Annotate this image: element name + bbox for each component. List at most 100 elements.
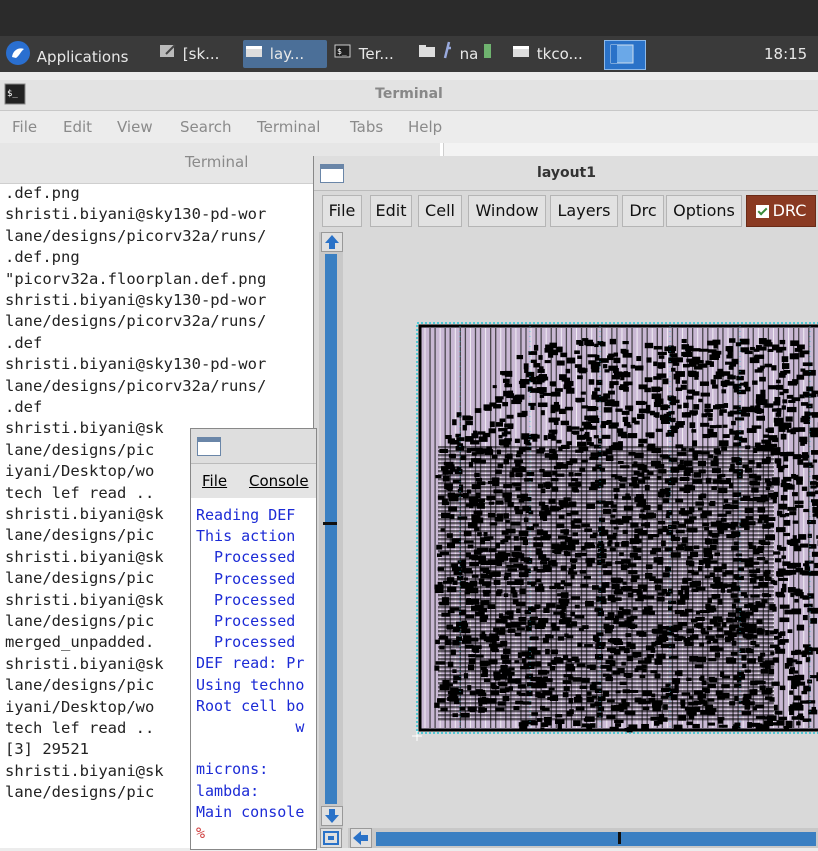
layout-window: layout1 File Edit Cell Window Layers Drc… xyxy=(313,156,818,848)
tkcon-output[interactable]: Reading DEF This action Processed Proces… xyxy=(191,500,316,849)
terminal-title: Terminal xyxy=(0,86,818,102)
scroll-marker xyxy=(323,522,337,525)
terminal-line: shristi.biyani@sky130-pd-wor xyxy=(5,291,266,309)
menu-cell[interactable]: Cell xyxy=(418,195,462,227)
console-line: Processed xyxy=(196,570,295,588)
console-line: Root cell bo xyxy=(196,697,304,715)
top-panel-strip xyxy=(0,0,818,36)
task-editor[interactable]: [sk... xyxy=(158,40,238,68)
terminal-line: "picorv32a.floorplan.def.png xyxy=(5,270,266,288)
clock: 18:15 xyxy=(764,40,818,68)
console-line: Reading DEF xyxy=(196,506,295,524)
menu-tabs[interactable]: Tabs xyxy=(350,118,383,136)
terminal-line: .def xyxy=(5,398,42,416)
task-label: na xyxy=(460,45,479,63)
menu-file[interactable]: File xyxy=(322,195,362,227)
terminal-line: lane/designs/picorv32a/runs/ xyxy=(5,312,266,330)
terminal-line: .def xyxy=(5,334,42,352)
terminal-line: shristi.biyani@sk xyxy=(5,762,164,780)
console-line: Processed xyxy=(196,591,295,609)
terminal-line: lane/designs/picorv32a/runs/ xyxy=(5,377,266,395)
console-line: Main console xyxy=(196,803,304,821)
menu-drc[interactable]: Drc xyxy=(622,195,664,227)
terminal-line: .def.png xyxy=(5,248,80,266)
menu-window[interactable]: Window xyxy=(468,195,546,227)
menu-terminal[interactable]: Terminal xyxy=(257,118,320,136)
terminal-line: lane/designs/pic xyxy=(5,612,154,630)
task-terminal[interactable]: $_ Ter... xyxy=(332,40,412,68)
console-line: lambda: xyxy=(196,782,259,800)
scroll-down-icon[interactable] xyxy=(321,806,343,826)
terminal-line: iyani/Desktop/wo xyxy=(5,698,154,716)
task-label: lay... xyxy=(270,45,304,63)
menu-layers[interactable]: Layers xyxy=(550,195,618,227)
terminal-line: shristi.biyani@sk xyxy=(5,655,164,673)
zoom-box-icon[interactable] xyxy=(320,828,342,848)
terminal-line: lane/designs/pic xyxy=(5,441,154,459)
horizontal-scrollbar[interactable] xyxy=(348,828,818,848)
workspace-icon xyxy=(605,41,639,70)
workspace-switcher[interactable] xyxy=(604,40,646,70)
console-line: Processed xyxy=(196,612,295,630)
menu-help[interactable]: Help xyxy=(408,118,442,136)
applications-label: Applications xyxy=(37,48,129,66)
console-line: Using techno xyxy=(196,676,304,694)
terminal-line: iyani/Desktop/wo xyxy=(5,462,154,480)
menu-file[interactable]: File xyxy=(12,118,37,136)
layout-titlebar[interactable]: layout1 xyxy=(314,156,818,191)
folder-icon xyxy=(418,41,436,69)
terminal-line: shristi.biyani@sky130-pd-wor xyxy=(5,355,266,373)
terminal-line: shristi.biyani@sky130-pd-wor xyxy=(5,205,266,223)
terminal-menubar: File Edit View Search Terminal Tabs Help xyxy=(0,111,818,143)
task-label: Ter... xyxy=(359,45,394,63)
text-editor-icon xyxy=(158,41,178,69)
task-inkscape[interactable]: na xyxy=(418,40,504,68)
terminal-line: merged_unpadded. xyxy=(5,633,154,651)
scroll-marker xyxy=(618,832,621,844)
task-layout[interactable]: lay... xyxy=(243,40,327,68)
drc-toggle[interactable]: DRC xyxy=(746,195,816,227)
task-label: tkco... xyxy=(537,45,583,63)
window-menu-icon[interactable] xyxy=(197,437,221,456)
terminal-line: lane/designs/pic xyxy=(5,676,154,694)
terminal-line: shristi.biyani@sk xyxy=(5,548,164,566)
console-prompt[interactable]: % xyxy=(196,824,205,842)
menu-options[interactable]: Options xyxy=(666,195,742,227)
terminal-line: tech lef read .. xyxy=(5,484,154,502)
tkcon-menubar: File Console xyxy=(191,464,316,498)
terminal-line: shristi.biyani@sk xyxy=(5,419,164,437)
layout-title: layout1 xyxy=(314,165,818,181)
console-line: microns: xyxy=(196,760,268,778)
vertical-scrollbar[interactable] xyxy=(319,232,343,830)
drc-label: DRC xyxy=(773,201,807,220)
scrollbar-thumb[interactable] xyxy=(325,254,337,804)
menu-edit[interactable]: Edit xyxy=(63,118,92,136)
tab-label: Terminal xyxy=(185,153,248,171)
svg-text:$_: $_ xyxy=(337,47,347,56)
menu-view[interactable]: View xyxy=(117,118,153,136)
tkcon-window: File Console Reading DEF This action Pro… xyxy=(190,428,317,850)
applications-menu[interactable]: Applications xyxy=(4,40,144,68)
layout-canvas[interactable] xyxy=(348,232,818,826)
task-tkcon[interactable]: tkco... xyxy=(510,40,594,68)
console-line: Processed xyxy=(196,548,295,566)
tkcon-titlebar[interactable] xyxy=(191,429,316,464)
menu-search[interactable]: Search xyxy=(180,118,232,136)
inkscape-icon xyxy=(441,40,455,68)
doc-icon xyxy=(483,41,493,69)
terminal-line: shristi.biyani@sk xyxy=(5,591,164,609)
console-line: DEF read: Pr xyxy=(196,654,304,672)
menu-file[interactable]: File xyxy=(202,472,227,490)
terminal-icon: $_ xyxy=(332,41,354,69)
taskbar: Applications [sk... lay... $_ Ter... na … xyxy=(0,36,818,72)
scrollbar-thumb[interactable] xyxy=(376,832,816,846)
menu-console[interactable]: Console xyxy=(249,472,309,490)
menu-edit[interactable]: Edit xyxy=(370,195,412,227)
terminal-titlebar[interactable]: $_ Terminal xyxy=(0,80,818,111)
window-icon xyxy=(243,41,265,69)
scroll-up-icon[interactable] xyxy=(321,232,343,252)
terminal-line: lane/designs/pic xyxy=(5,783,154,801)
scroll-left-icon[interactable] xyxy=(350,828,372,848)
task-label: [sk... xyxy=(183,45,220,63)
console-line: w xyxy=(196,718,304,736)
